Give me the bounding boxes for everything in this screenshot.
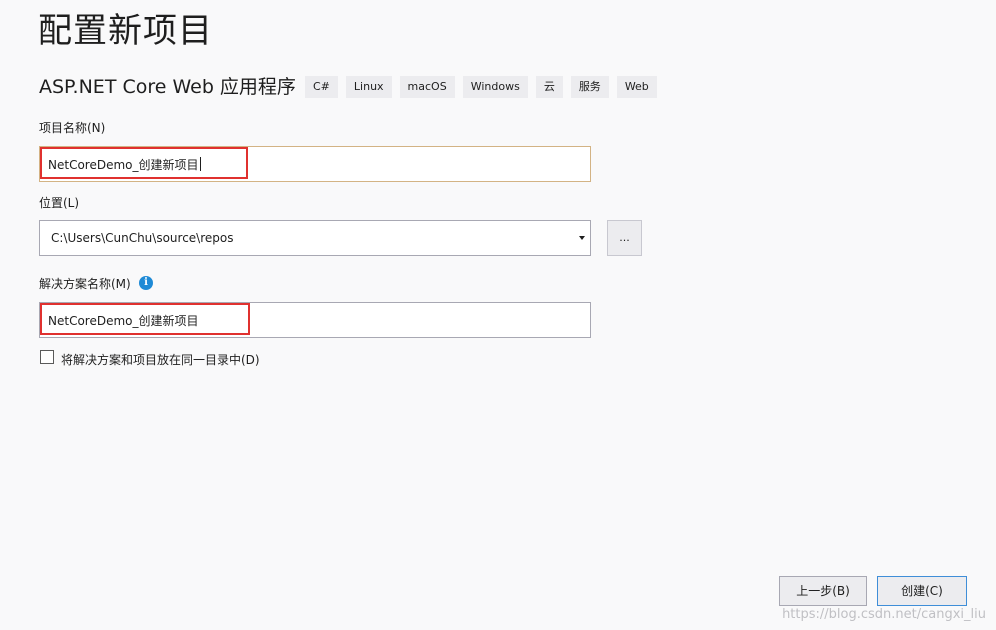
tag-macos: macOS (399, 76, 455, 98)
tag-linux: Linux (345, 76, 392, 98)
browse-button[interactable]: ... (607, 220, 642, 256)
tag-cloud: 云 (535, 76, 563, 98)
tag-windows: Windows (462, 76, 528, 98)
same-directory-label[interactable]: 将解决方案和项目放在同一目录中(D) (61, 352, 260, 368)
chevron-down-icon[interactable] (579, 236, 585, 240)
template-name: ASP.NET Core Web 应用程序 (39, 76, 296, 98)
project-name-label: 项目名称(N) (39, 121, 106, 135)
same-directory-checkbox[interactable] (40, 350, 54, 364)
highlight-box-solution-name (40, 303, 250, 335)
page-title: 配置新项目 (38, 11, 213, 51)
tag-service: 服务 (570, 76, 609, 98)
create-button[interactable]: 创建(C) (877, 576, 967, 606)
back-button[interactable]: 上一步(B) (779, 576, 867, 606)
tag-csharp: C# (305, 76, 338, 98)
highlight-box-project-name (40, 147, 248, 179)
location-dropdown[interactable]: C:\Users\CunChu\source\repos (39, 220, 591, 256)
location-value: C:\Users\CunChu\source\repos (51, 231, 234, 245)
template-tags: C# Linux macOS Windows 云 服务 Web (305, 76, 657, 98)
watermark: https://blog.csdn.net/cangxi_liu (782, 607, 986, 622)
solution-name-label: 解决方案名称(M) (39, 277, 131, 291)
location-label: 位置(L) (39, 196, 80, 210)
info-icon[interactable]: i (139, 276, 153, 290)
tag-web: Web (616, 76, 657, 98)
